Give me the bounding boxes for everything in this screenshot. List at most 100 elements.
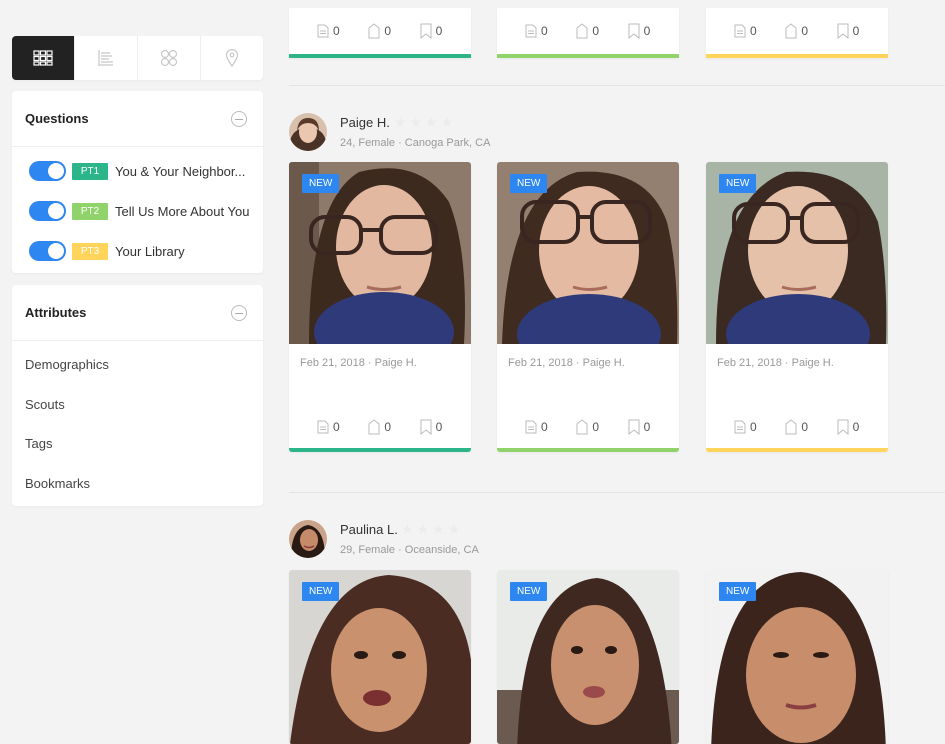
- bookmark-icon: [837, 419, 849, 435]
- star-icon[interactable]: ★: [432, 522, 445, 536]
- questions-panel: Questions PT1 You & Your Neighbor... PT2…: [12, 91, 263, 273]
- star-icon[interactable]: ★: [448, 522, 461, 536]
- star-icon[interactable]: ★: [417, 522, 430, 536]
- avatar[interactable]: [289, 113, 327, 151]
- response-photo[interactable]: NEW: [497, 570, 679, 744]
- question-label[interactable]: Tell Us More About You: [115, 204, 253, 219]
- card-stats: 0 0 0: [289, 406, 471, 448]
- star-icon[interactable]: ★: [410, 115, 423, 129]
- attribute-tags[interactable]: Tags: [12, 424, 263, 464]
- response-card[interactable]: NEW Feb 21, 2018 · Paige H. 0 0 0: [706, 162, 888, 452]
- question-toggle[interactable]: [29, 241, 66, 261]
- stat-value: 0: [643, 420, 651, 434]
- bookmarks-count[interactable]: 0: [837, 23, 888, 39]
- attribute-scouts[interactable]: Scouts: [12, 385, 263, 425]
- question-label[interactable]: You & Your Neighbor...: [115, 164, 253, 179]
- star-icon[interactable]: ★: [394, 115, 407, 129]
- stat-value: 0: [435, 420, 443, 434]
- response-card[interactable]: NEW: [289, 570, 471, 744]
- collapse-icon[interactable]: [231, 110, 247, 127]
- stat-value: 0: [384, 420, 392, 434]
- question-label[interactable]: Your Library: [115, 244, 253, 259]
- card-color-bar: [497, 54, 679, 58]
- participant-meta: 29, Female · Oceanside, CA: [340, 544, 479, 556]
- participant-name[interactable]: Paige H.: [340, 115, 390, 130]
- questions-title: Questions: [25, 111, 89, 126]
- attributes-panel: Attributes Demographics Scouts Tags Book…: [12, 285, 263, 506]
- tag-icon: [576, 419, 588, 435]
- docs-count[interactable]: 0: [317, 420, 368, 434]
- response-photo[interactable]: NEW: [706, 570, 888, 744]
- star-icon[interactable]: ★: [441, 115, 454, 129]
- bookmark-icon: [420, 419, 432, 435]
- card-caption: Feb 21, 2018 · Paige H.: [717, 357, 834, 369]
- tag-icon: [785, 419, 797, 435]
- response-photo[interactable]: NEW: [289, 162, 471, 344]
- tags-count[interactable]: 0: [576, 419, 627, 435]
- bookmarks-count[interactable]: 0: [420, 23, 471, 39]
- tags-count[interactable]: 0: [368, 23, 419, 39]
- docs-count[interactable]: 0: [734, 24, 785, 38]
- response-card[interactable]: NEW: [706, 570, 888, 744]
- response-photo[interactable]: NEW: [497, 162, 679, 344]
- response-card[interactable]: 0 0 0: [706, 8, 888, 58]
- bookmarks-count[interactable]: 0: [420, 419, 471, 435]
- stat-value: 0: [592, 24, 600, 38]
- tags-count[interactable]: 0: [785, 23, 836, 39]
- participant-header: Paulina L. ★ ★ ★ ★ 29, Female · Oceanside, …: [289, 520, 929, 564]
- stat-value: 0: [333, 420, 340, 434]
- card-color-bar: [289, 448, 471, 452]
- grid-view-button[interactable]: [12, 36, 75, 80]
- document-icon: [317, 24, 329, 38]
- question-toggle[interactable]: [29, 161, 66, 181]
- response-card[interactable]: NEW: [497, 570, 679, 744]
- collapse-icon[interactable]: [231, 304, 247, 321]
- participant-name[interactable]: Paulina L.: [340, 522, 398, 537]
- tags-count[interactable]: 0: [368, 419, 419, 435]
- attribute-bookmarks[interactable]: Bookmarks: [12, 464, 263, 504]
- bookmark-icon: [420, 23, 432, 39]
- stat-value: 0: [643, 24, 651, 38]
- question-toggle[interactable]: [29, 201, 66, 221]
- bookmarks-count[interactable]: 0: [628, 23, 679, 39]
- map-view-button[interactable]: [201, 36, 263, 80]
- tags-count[interactable]: 0: [576, 23, 627, 39]
- stat-value: 0: [541, 420, 548, 434]
- response-card[interactable]: 0 0 0: [289, 8, 471, 58]
- cluster-view-button[interactable]: [138, 36, 201, 80]
- docs-count[interactable]: 0: [525, 24, 576, 38]
- star-icon[interactable]: ★: [401, 522, 414, 536]
- response-card[interactable]: NEW Feb 21, 2018 · Paige H. 0 0 0: [289, 162, 471, 452]
- card-caption: Feb 21, 2018 · Paige H.: [508, 357, 625, 369]
- bookmark-icon: [628, 419, 640, 435]
- new-badge: NEW: [510, 582, 548, 601]
- tags-count[interactable]: 0: [785, 419, 836, 435]
- list-view-button[interactable]: [75, 36, 138, 80]
- response-card[interactable]: 0 0 0: [497, 8, 679, 58]
- bookmarks-count[interactable]: 0: [628, 419, 679, 435]
- question-row-pt1: PT1 You & Your Neighbor...: [12, 151, 263, 191]
- tag-icon: [576, 23, 588, 39]
- card-color-bar: [706, 448, 888, 452]
- bookmarks-count[interactable]: 0: [837, 419, 888, 435]
- rating-stars[interactable]: ★ ★ ★ ★: [394, 115, 453, 129]
- docs-count[interactable]: 0: [525, 420, 576, 434]
- new-badge: NEW: [719, 174, 757, 193]
- rating-stars[interactable]: ★ ★ ★ ★: [401, 522, 460, 536]
- response-photo[interactable]: NEW: [289, 570, 471, 744]
- document-icon: [525, 420, 537, 434]
- docs-count[interactable]: 0: [317, 24, 368, 38]
- avatar[interactable]: [289, 520, 327, 558]
- docs-count[interactable]: 0: [734, 420, 785, 434]
- attribute-demographics[interactable]: Demographics: [12, 345, 263, 385]
- new-badge: NEW: [302, 174, 340, 193]
- new-badge: NEW: [510, 174, 548, 193]
- response-card[interactable]: NEW Feb 21, 2018 · Paige H. 0 0 0: [497, 162, 679, 452]
- star-icon[interactable]: ★: [425, 115, 438, 129]
- pt-badge: PT1: [72, 162, 108, 180]
- tag-icon: [785, 23, 797, 39]
- stat-value: 0: [333, 24, 340, 38]
- stat-value: 0: [435, 24, 443, 38]
- map-view-icon: [225, 49, 239, 67]
- response-photo[interactable]: NEW: [706, 162, 888, 344]
